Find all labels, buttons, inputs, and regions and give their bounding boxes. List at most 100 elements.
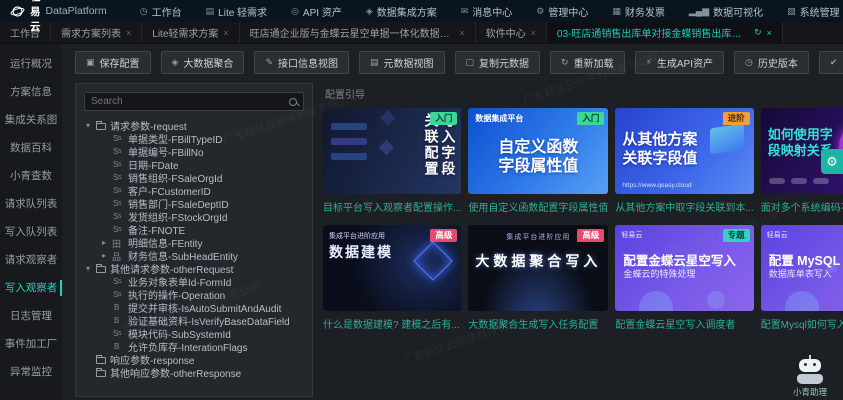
top-nav-item[interactable]: ▤ Lite 轻需求 (197, 4, 276, 19)
tree-expand-icon[interactable]: ▸ (102, 238, 112, 247)
toolbar-button[interactable]: ◈ 大数据聚合 (161, 51, 245, 74)
sidebar-item[interactable]: 写入队列表 (0, 218, 62, 246)
top-nav-item[interactable]: ⚙ 管理中心 (527, 4, 597, 19)
top-nav-item[interactable]: ◷ 工作台 (131, 4, 191, 19)
tab-close-icon[interactable]: × (531, 28, 536, 38)
document-tab[interactable]: 软件中心 × (476, 22, 547, 43)
search-input[interactable] (91, 96, 285, 107)
sidebar-item[interactable]: 方案信息 (0, 78, 62, 106)
tree-node[interactable]: 销售部门-FSaleDeptID (84, 197, 304, 210)
tree-node[interactable]: 日期-FDate (84, 158, 304, 171)
tree-node[interactable]: 单据类型-FBillTypeID (84, 132, 304, 145)
brand-logo[interactable]: 轻易云 DataPlatform (10, 0, 115, 34)
card-caption[interactable]: 目标平台写入观察者配置操作... (323, 199, 461, 214)
tree-node[interactable]: 客户-FCustomerID (84, 184, 304, 197)
tree-node-type-icon (112, 238, 124, 248)
tree-node[interactable]: ▸ 明细信息-FEntity (84, 236, 304, 249)
tree-node[interactable]: 销售组织-FSaleOrgId (84, 171, 304, 184)
sidebar-item[interactable]: 小青查数 (0, 162, 62, 190)
tree-node-type-icon (112, 147, 124, 157)
guide-card[interactable]: 集成平台进阶应用 数据建模 高级 什么是数据建模? 建模之后有... (323, 225, 461, 331)
tree-node[interactable]: 发货组织-FStockOrgId (84, 210, 304, 223)
card-caption[interactable]: 大数据聚合生成写入任务配置 (468, 316, 608, 331)
tree-node-type-icon (112, 251, 124, 261)
card-caption[interactable]: 配置Mysql如何写入数据库 (761, 316, 843, 331)
top-nav-item[interactable]: ✉ 消息中心 (452, 4, 522, 19)
tree-node[interactable]: ▸ 财务信息-SubHeadEntity (84, 249, 304, 262)
sidebar-item[interactable]: 数据百科 (0, 134, 62, 162)
top-nav-item[interactable]: ▧ 系统管理 (778, 4, 843, 19)
tree-node[interactable]: 提交并审核-IsAutoSubmitAndAudit (84, 301, 304, 314)
document-tab[interactable]: 03-旺店通销售出库单对接金蝶销售出库单（线上）_合并 ↻ × (547, 22, 783, 43)
guide-card[interactable]: 集成平台进阶应用 大数据聚合写入 高级 大数据聚合生成写入任务配置 (468, 225, 608, 331)
nav-item-label: API 资产 (303, 4, 342, 19)
card-caption[interactable]: 使用自定义函数配置字段属性值 (468, 199, 608, 214)
toolbar-button[interactable]: ▤ 元数据视图 (359, 51, 445, 74)
sidebar-item[interactable]: 日志管理 (0, 302, 62, 330)
toolbar-button[interactable]: ▢ 复制元数据 (455, 51, 541, 74)
tree-node[interactable]: 其他响应参数-otherResponse (84, 366, 304, 379)
tree-search-box[interactable] (84, 92, 304, 111)
settings-gear-button[interactable]: ⚙ (821, 149, 843, 174)
tab-close-icon[interactable]: × (223, 28, 228, 38)
toolbar-button[interactable]: ⚡ 生成API资产 (635, 51, 724, 74)
tree-node[interactable]: 模块代码-SubSystemId (84, 327, 304, 340)
top-nav-item[interactable]: ◈ 数据集成方案 (357, 4, 446, 19)
tree-node[interactable]: ▾ 请求参数-request (84, 119, 304, 132)
globe-logo-icon (10, 4, 25, 19)
card-thumbnail[interactable]: 集成平台进阶应用 大数据聚合写入 高级 (468, 225, 608, 311)
tree-node[interactable]: 验证基础资料-IsVerifyBaseDataField (84, 314, 304, 327)
tree-expand-icon[interactable]: ▸ (102, 251, 112, 260)
tree-expand-icon[interactable]: ▾ (86, 264, 96, 273)
guide-card[interactable]: 写入字段关联配置 入门 目标平台写入观察者配置操作... (323, 108, 461, 214)
document-tab[interactable]: 旺店通企业版与金蝶云星空单据一体化数据集成方案实例 × (240, 22, 476, 43)
tree-node[interactable]: 备注-FNOTE (84, 223, 304, 236)
sidebar-item[interactable]: 写入观察者 (0, 274, 62, 302)
toolbar-button[interactable]: ↻ 重新加载 (550, 51, 625, 74)
sidebar-item[interactable]: 请求队列表 (0, 190, 62, 218)
guide-card[interactable]: 轻易云 配置金蝶云星空写入 金蝶云的特殊处理 专题 配置金蝶云星空写入调度者 (615, 225, 753, 331)
card-thumbnail[interactable]: 轻易云 配置金蝶云星空写入 金蝶云的特殊处理 专题 (615, 225, 753, 311)
card-thumbnail[interactable]: 从其他方案 关联字段值 https://www.qeasy.cloud 进阶 (615, 108, 753, 194)
tree-node[interactable]: 单据编号-FBillNo (84, 145, 304, 158)
tree-node[interactable]: 响应参数-response (84, 353, 304, 366)
tab-close-icon[interactable]: × (459, 28, 464, 38)
search-icon[interactable] (289, 98, 297, 106)
card-thumbnail[interactable]: 写入字段关联配置 入门 (323, 108, 461, 194)
card-caption[interactable]: 从其他方案中取字段关联到本... (615, 199, 753, 214)
tab-refresh-icon[interactable]: ↻ (754, 27, 762, 38)
tree-node[interactable]: 允许负库存-InterationFlags (84, 340, 304, 353)
assistant-mascot[interactable]: 小青助理 (785, 359, 835, 398)
tab-close-icon[interactable]: × (126, 28, 131, 38)
sidebar-item[interactable]: 请求观察者 (0, 246, 62, 274)
guide-card[interactable]: 轻易云 配置 MySQL 写入 数据库单表写入 专题 配置Mysql如何写入数据… (761, 225, 843, 331)
sidebar-item[interactable]: 集成关系图 (0, 106, 62, 134)
tree-node[interactable]: 业务对象表单Id-FormId (84, 275, 304, 288)
sidebar-item[interactable]: 事件加工厂 (0, 330, 62, 358)
card-caption[interactable]: 面对多个系统编码不统一的情... (761, 199, 843, 214)
toolbar-button[interactable]: ◷ 历史版本 (734, 51, 809, 74)
toolbar-button[interactable]: ✔ 配置校验值 (819, 51, 843, 74)
sidebar-item[interactable]: 异常监控 (0, 358, 62, 386)
sidebar-item[interactable]: 运行概况 (0, 50, 62, 78)
card-thumbnail[interactable]: 集成平台进阶应用 数据建模 高级 (323, 225, 461, 311)
tab-close-icon[interactable]: × (767, 28, 772, 38)
tree-node-label: 销售组织-FSaleOrgId (128, 171, 222, 184)
document-tab[interactable]: Lite轻需求方案 × (142, 22, 239, 43)
tree-node-type-icon (112, 303, 124, 313)
card-thumbnail[interactable]: 数据集成平台 自定义函数 字段属性值 入门 (468, 108, 608, 194)
top-nav-item[interactable]: ◎ API 资产 (282, 4, 351, 19)
tree-node[interactable]: ▾ 其他请求参数-otherRequest (84, 262, 304, 275)
guide-card[interactable]: 从其他方案 关联字段值 https://www.qeasy.cloud 进阶 从… (615, 108, 753, 214)
guide-card[interactable]: 数据集成平台 自定义函数 字段属性值 入门 使用自定义函数配置字段属性值 (468, 108, 608, 214)
top-nav-item[interactable]: ▦ 财务发票 (603, 4, 674, 19)
tree-node-type-icon (112, 290, 124, 300)
card-thumbnail[interactable]: 轻易云 配置 MySQL 写入 数据库单表写入 专题 (761, 225, 843, 311)
tree-node[interactable]: 执行的操作-Operation (84, 288, 304, 301)
top-nav-item[interactable]: ▂▄▆ 数据可视化 (680, 4, 772, 19)
card-caption[interactable]: 什么是数据建模? 建模之后有... (323, 316, 461, 331)
card-caption[interactable]: 配置金蝶云星空写入调度者 (615, 316, 753, 331)
tree-expand-icon[interactable]: ▾ (86, 121, 96, 130)
toolbar-button[interactable]: ✎ 接口信息视图 (254, 51, 349, 74)
toolbar-button[interactable]: ▣ 保存配置 (75, 51, 151, 74)
